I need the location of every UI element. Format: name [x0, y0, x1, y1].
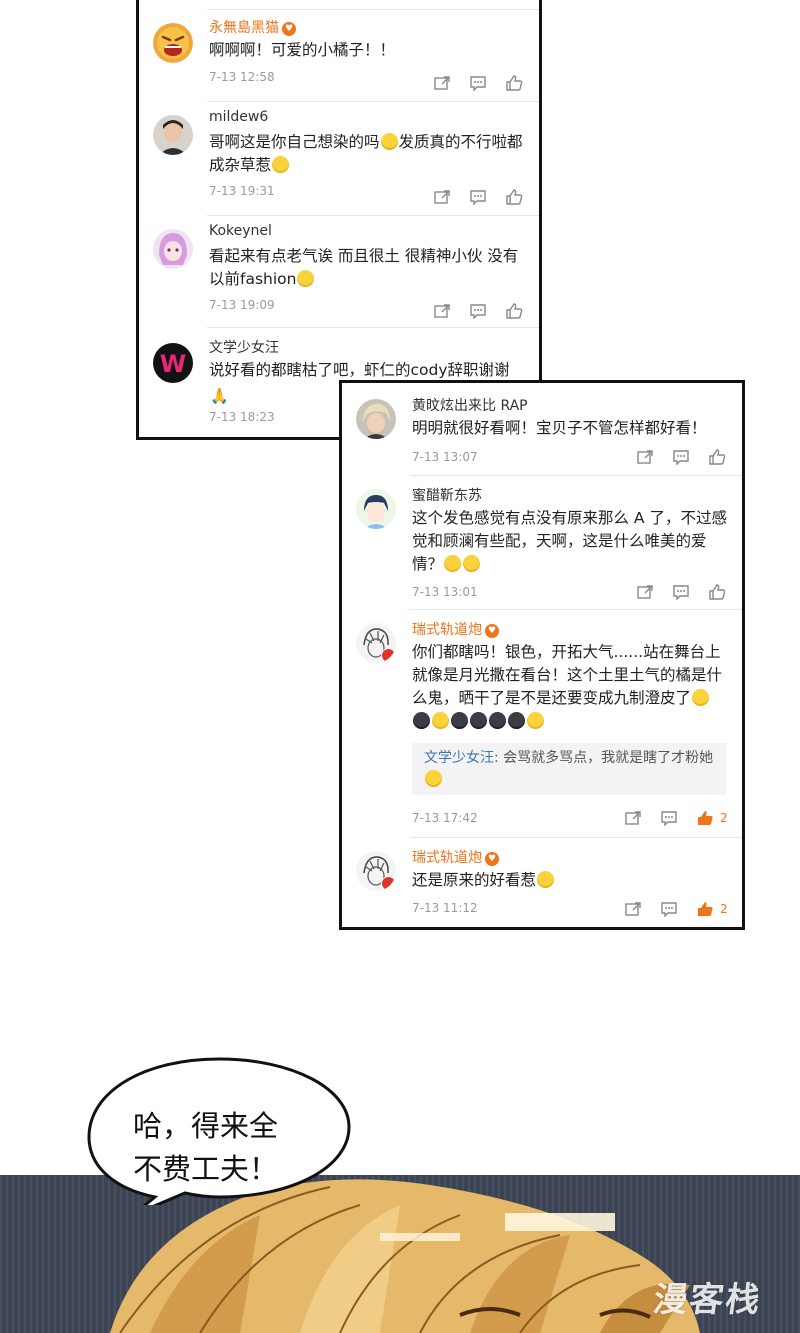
smile-emoji-icon	[463, 555, 481, 572]
user-avatar[interactable]	[356, 399, 396, 439]
user-avatar[interactable]	[153, 115, 193, 155]
comment-text: 看起来有点老气诶 而且很土 很精神小伙 没有以前fashion	[209, 247, 519, 288]
like-icon[interactable]	[708, 584, 726, 600]
username[interactable]: Kokeynel	[209, 223, 272, 239]
repost-icon[interactable]	[433, 189, 451, 205]
username[interactable]: mildew6	[209, 109, 268, 125]
user-avatar[interactable]	[356, 489, 396, 529]
comment-time: 7-13 13:01	[412, 585, 478, 599]
quoted-reply[interactable]: 文学少女汪: 会骂就多骂点，我就是瞎了才粉她	[412, 743, 726, 795]
user-avatar[interactable]	[153, 229, 193, 269]
comment-time: 7-13 18:23	[209, 410, 275, 424]
dark-face-emoji-icon	[451, 712, 468, 729]
username[interactable]: 瑞式轨道炮 ♥	[412, 847, 499, 867]
comment-text: 哥啊这是你自己想染的吗 发质真的不行啦都成杂草惹	[209, 133, 523, 174]
repost-icon[interactable]	[433, 75, 451, 91]
reply-icon[interactable]	[660, 901, 678, 918]
comment-text: 明明就很好看啊！宝贝子不管怎样都好看！	[412, 419, 707, 437]
like-icon[interactable]	[696, 901, 714, 917]
smile-emoji-icon	[432, 712, 449, 729]
comment-text: 你们都瞎吗！银色，开拓大气......站在舞台上就像是月光撒在看台！这个土里土气…	[412, 641, 728, 733]
blush-emoji-icon	[444, 555, 462, 572]
divider	[410, 837, 742, 838]
reply-username[interactable]: 文学少女汪	[424, 750, 494, 766]
silent-emoji-icon	[425, 770, 442, 787]
smile-emoji-icon	[692, 689, 710, 706]
reply-icon[interactable]	[469, 75, 487, 92]
speech-line-1: 哈，得来全	[133, 1109, 279, 1143]
thinking-emoji-icon	[272, 156, 290, 173]
like-count: 2	[720, 811, 728, 825]
comment-time: 7-13 13:07	[412, 450, 478, 464]
like-icon[interactable]	[505, 75, 523, 91]
like-icon[interactable]	[696, 810, 714, 826]
dark-face-emoji-icon	[508, 712, 525, 729]
comment-time: 7-13 11:12	[412, 901, 478, 915]
comment-time: 7-13 19:09	[209, 298, 275, 312]
username[interactable]: 黄旼炫出来比 RAP	[412, 395, 528, 415]
like-count: 2	[720, 902, 728, 916]
smile-sweat-emoji-icon	[380, 133, 398, 150]
username[interactable]: 文学少女汪	[209, 337, 279, 357]
comment-time: 7-13 19:31	[209, 184, 275, 198]
divider	[207, 215, 539, 216]
reply-icon[interactable]	[469, 189, 487, 206]
divider	[207, 9, 539, 10]
comment-text: 这个发色感觉有点没有原来那么 A 了，不过感觉和顾澜有些配，天啊，这是什么唯美的…	[412, 509, 727, 573]
dark-face-emoji-icon	[489, 712, 506, 729]
repost-icon[interactable]	[636, 584, 654, 600]
comment-text: 还是原来的好看惹	[412, 869, 728, 892]
username[interactable]: 瑞式轨道炮 ♥	[412, 619, 499, 639]
user-avatar[interactable]	[356, 623, 396, 663]
username[interactable]: 永無島黑猫 ♥	[209, 17, 296, 37]
username[interactable]: 蜜醋靳东苏	[412, 485, 482, 505]
repost-icon[interactable]	[636, 449, 654, 465]
smile-emoji-icon	[527, 712, 544, 729]
speechless-emoji-icon	[537, 871, 555, 888]
dizzy-emoji-icon	[297, 270, 315, 287]
comment-time: 7-13 17:42	[412, 811, 478, 825]
user-avatar[interactable]	[153, 23, 193, 63]
like-icon[interactable]	[505, 189, 523, 205]
repost-icon[interactable]	[624, 810, 642, 826]
like-icon[interactable]	[708, 449, 726, 465]
vip-badge-icon: ♥	[485, 852, 499, 866]
divider	[410, 609, 742, 610]
watermark-logo: 漫客栈	[650, 1280, 765, 1320]
divider	[410, 475, 742, 476]
dark-face-emoji-icon	[413, 712, 430, 729]
pray-emoji-icon: 🙏	[210, 387, 229, 405]
user-avatar[interactable]: W	[153, 343, 193, 383]
reply-icon[interactable]	[672, 449, 690, 466]
comment-panel-bottom: 黄旼炫出来比 RAP 明明就很好看啊！宝贝子不管怎样都好看！ 7-13 13:0…	[339, 380, 745, 930]
repost-icon[interactable]	[624, 901, 642, 917]
reply-icon[interactable]	[672, 584, 690, 601]
divider	[207, 327, 539, 328]
comment-panel-top: 永無島黑猫 ♥ 啊啊啊！可爱的小橘子！！ 7-13 12:58 mildew6 哥…	[136, 0, 542, 440]
comment-time: 7-13 12:58	[209, 70, 275, 84]
user-avatar[interactable]	[356, 851, 396, 891]
svg-text:W: W	[160, 350, 186, 378]
speech-bubble-text: 哈，得来全 不费工夫！	[133, 1105, 278, 1191]
like-icon[interactable]	[505, 303, 523, 319]
speech-line-2: 不费工夫！	[133, 1152, 279, 1186]
vip-badge-icon: ♥	[485, 624, 499, 638]
comment-text: 啊啊啊！可爱的小橘子！！	[209, 41, 396, 59]
reply-icon[interactable]	[469, 303, 487, 320]
dark-face-emoji-icon	[470, 712, 487, 729]
divider	[207, 101, 539, 102]
reply-text: : 会骂就多骂点，我就是瞎了才粉她	[494, 750, 714, 766]
vip-badge-icon: ♥	[282, 22, 296, 36]
reply-icon[interactable]	[660, 810, 678, 827]
repost-icon[interactable]	[433, 303, 451, 319]
